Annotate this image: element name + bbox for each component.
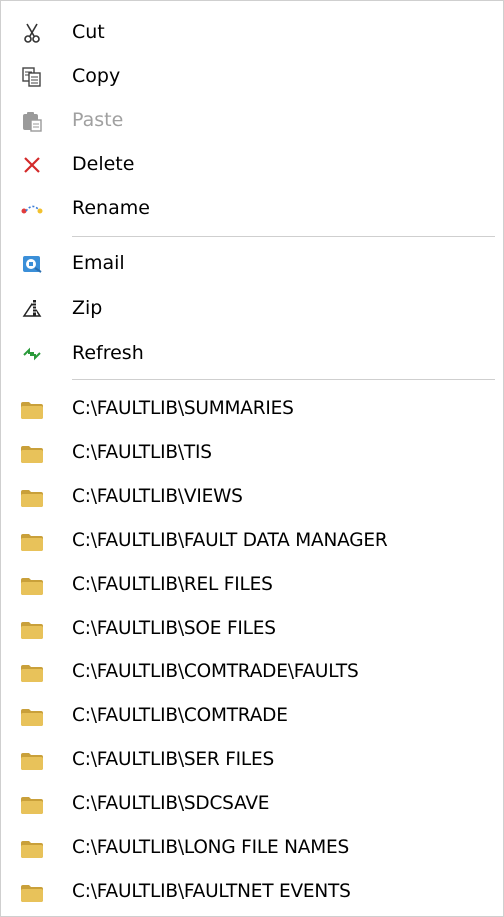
folder-icon	[20, 530, 44, 554]
folder-icon	[20, 661, 44, 685]
folder-icon	[20, 837, 44, 861]
menu-item-refresh[interactable]: Refresh	[1, 331, 503, 375]
folder-item[interactable]: C:\FAULTLIB\TIS	[1, 431, 503, 475]
folder-item[interactable]: C:\FAULTLIB\VIEWS	[1, 475, 503, 519]
menu-item-label: Cut	[72, 21, 105, 43]
folder-icon	[20, 618, 44, 642]
zip-icon	[20, 297, 44, 321]
email-icon	[20, 252, 44, 276]
folder-path-label: C:\FAULTLIB\VIEWS	[72, 486, 243, 507]
menu-item-label: Rename	[72, 197, 150, 219]
menu-separator	[72, 379, 495, 380]
folder-icon	[20, 793, 44, 817]
folder-item[interactable]: C:\FAULTLIB\LONG FILE NAMES	[1, 826, 503, 870]
folder-item[interactable]: C:\FAULTLIB\COMTRADE\FAULTS	[1, 650, 503, 694]
folder-icon	[20, 486, 44, 510]
folder-path-label: C:\FAULTLIB\SUMMARIES	[72, 398, 294, 419]
folder-path-label: C:\FAULTLIB\SDCSAVE	[72, 793, 270, 814]
folder-icon	[20, 881, 44, 905]
menu-item-rename[interactable]: Rename	[1, 186, 503, 230]
folder-icon	[20, 705, 44, 729]
menu-item-cut[interactable]: Cut	[1, 10, 503, 54]
folder-item[interactable]: C:\FAULTLIB\FAULTNET EVENTS	[1, 870, 503, 914]
menu-item-delete[interactable]: Delete	[1, 142, 503, 186]
menu-item-label: Copy	[72, 65, 121, 87]
menu-item-paste[interactable]: Paste	[1, 98, 503, 142]
folder-path-label: C:\FAULTLIB\LONG FILE NAMES	[72, 837, 349, 858]
menu-separator	[72, 236, 495, 237]
folder-path-label: C:\FAULTLIB\SOE FILES	[72, 618, 276, 639]
folder-path-label: C:\FAULTLIB\TIS	[72, 442, 212, 463]
folder-item[interactable]: C:\FAULTLIB\FAULT DATA MANAGER	[1, 519, 503, 563]
rename-icon	[20, 197, 44, 221]
folder-item[interactable]: C:\FAULTLIB\SER FILES	[1, 738, 503, 782]
folder-item[interactable]: C:\FAULTLIB\SUMMARIES	[1, 387, 503, 431]
folder-item[interactable]: C:\FAULTLIB\COMTRADE	[1, 694, 503, 738]
folder-icon	[20, 574, 44, 598]
paste-icon	[20, 109, 44, 133]
menu-item-email[interactable]: Email	[1, 241, 503, 285]
folder-path-label: C:\FAULTLIB\REL FILES	[72, 574, 273, 595]
menu-item-label: Email	[72, 252, 125, 274]
refresh-icon	[20, 342, 44, 366]
folder-path-label: C:\FAULTLIB\COMTRADE	[72, 705, 288, 726]
menu-item-zip[interactable]: Zip	[1, 286, 503, 330]
menu-item-label: Paste	[72, 109, 124, 131]
menu-item-label: Delete	[72, 153, 135, 175]
menu-item-copy[interactable]: Copy	[1, 54, 503, 98]
context-menu: Cut Copy Paste Delete Rename Email Zip R…	[0, 0, 504, 917]
menu-item-label: Refresh	[72, 342, 144, 364]
folder-icon	[20, 749, 44, 773]
folder-path-label: C:\FAULTLIB\COMTRADE\FAULTS	[72, 661, 359, 682]
folder-item[interactable]: C:\FAULTLIB\SDCSAVE	[1, 782, 503, 826]
folder-path-label: C:\FAULTLIB\FAULTNET EVENTS	[72, 881, 351, 902]
folder-icon	[20, 398, 44, 422]
menu-item-label: Zip	[72, 297, 103, 319]
scissors-icon	[20, 21, 44, 45]
folder-path-label: C:\FAULTLIB\FAULT DATA MANAGER	[72, 530, 388, 551]
copy-icon	[20, 65, 44, 89]
folder-icon	[20, 442, 44, 466]
folder-path-label: C:\FAULTLIB\SER FILES	[72, 749, 275, 770]
folder-item[interactable]: C:\FAULTLIB\SOE FILES	[1, 607, 503, 651]
folder-item[interactable]: C:\FAULTLIB\REL FILES	[1, 563, 503, 607]
delete-x-icon	[20, 153, 44, 177]
